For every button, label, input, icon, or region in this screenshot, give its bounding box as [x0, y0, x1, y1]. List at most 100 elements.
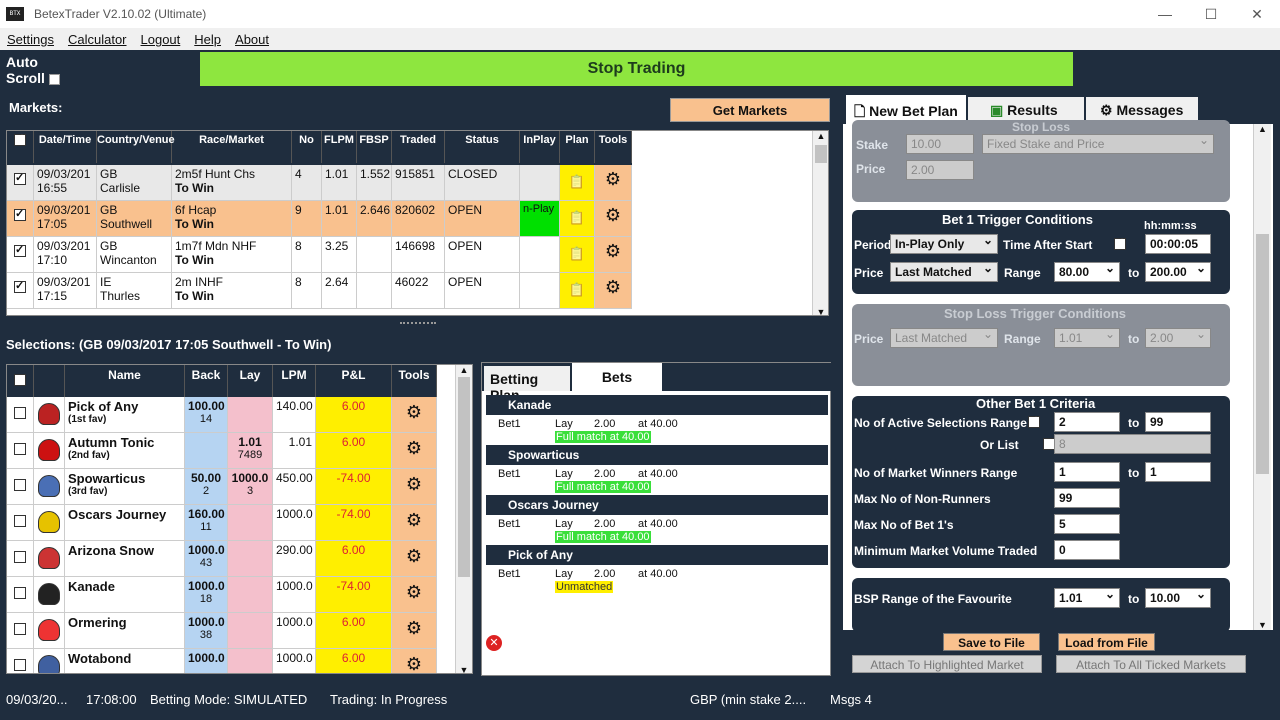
selection-tools-gear-icon[interactable]: ⚙: [406, 474, 422, 494]
selection-checkbox[interactable]: [14, 443, 26, 455]
menu-about[interactable]: About: [228, 32, 276, 47]
col-race-market[interactable]: Race/Market: [172, 131, 292, 163]
trigger-range-from[interactable]: 80.00: [1054, 261, 1120, 282]
bet-plan-scrollbar[interactable]: ▲ ▼: [1253, 124, 1271, 630]
autoscroll-checkbox[interactable]: [48, 73, 60, 85]
sl-range-from[interactable]: 1.01: [1054, 327, 1120, 348]
selection-tools-gear-icon[interactable]: ⚙: [406, 618, 422, 638]
selection-checkbox[interactable]: [14, 551, 26, 563]
winners-from-input[interactable]: 1: [1054, 462, 1120, 482]
stop-loss-price-input[interactable]: 2.00: [906, 160, 974, 180]
active-to-input[interactable]: 99: [1145, 412, 1211, 432]
or-list-select[interactable]: 8: [1054, 434, 1211, 454]
markets-scrollbar[interactable]: ▲ ▼: [812, 131, 828, 315]
menu-settings[interactable]: Settings: [0, 32, 61, 47]
bet-group-runner[interactable]: Pick of Any: [486, 545, 828, 565]
sl-price-select[interactable]: Last Matched: [890, 327, 998, 348]
tab-bets[interactable]: Bets: [572, 363, 662, 391]
col-country-venue[interactable]: Country/Venue: [97, 131, 175, 163]
sl-range-to[interactable]: 2.00: [1145, 327, 1211, 348]
markets-select-all-checkbox[interactable]: [14, 132, 26, 146]
col-lay[interactable]: Lay: [228, 365, 273, 397]
bsp-from-select[interactable]: 1.01: [1054, 587, 1120, 608]
col-pl[interactable]: P&L: [316, 365, 392, 397]
last-price-matched: 1000.0: [276, 579, 313, 593]
menu-logout[interactable]: Logout: [134, 32, 188, 47]
minimize-icon[interactable]: —: [1142, 0, 1188, 28]
trigger-price-select[interactable]: Last Matched: [890, 261, 998, 282]
plan-clipboard-icon[interactable]: 📋: [569, 246, 585, 261]
selection-tools-gear-icon[interactable]: ⚙: [406, 402, 422, 422]
col-fbsp[interactable]: FBSP: [357, 131, 392, 163]
market-checkbox[interactable]: [14, 243, 26, 257]
stop-loss-stake-input[interactable]: 10.00: [906, 134, 974, 154]
selection-checkbox[interactable]: [14, 515, 26, 527]
menu-calculator[interactable]: Calculator: [61, 32, 134, 47]
selection-checkbox[interactable]: [14, 407, 26, 419]
selection-checkbox[interactable]: [14, 479, 26, 491]
min-volume-input[interactable]: 0: [1054, 540, 1120, 560]
bsp-to-select[interactable]: 10.00: [1145, 587, 1211, 608]
selection-checkbox[interactable]: [14, 587, 26, 599]
get-markets-button[interactable]: Get Markets: [670, 98, 830, 122]
save-to-file-button[interactable]: Save to File: [943, 633, 1040, 651]
load-from-file-button[interactable]: Load from File: [1058, 633, 1155, 651]
market-tools-gear-icon[interactable]: ⚙: [605, 241, 621, 261]
col-tools[interactable]: Tools: [595, 131, 632, 163]
bet-group-runner[interactable]: Oscars Journey: [486, 495, 828, 515]
col-traded[interactable]: Traded: [392, 131, 445, 163]
selection-checkbox[interactable]: [14, 623, 26, 635]
market-tools-gear-icon[interactable]: ⚙: [605, 169, 621, 189]
plan-clipboard-icon[interactable]: 📋: [569, 282, 585, 297]
nonrunners-input[interactable]: 99: [1054, 488, 1120, 508]
plan-clipboard-icon[interactable]: 📋: [569, 174, 585, 189]
attach-all-button[interactable]: Attach To All Ticked Markets: [1056, 655, 1246, 673]
splitter-handle[interactable]: [400, 322, 436, 326]
selection-tools-gear-icon[interactable]: ⚙: [406, 654, 422, 673]
plan-clipboard-icon[interactable]: 📋: [569, 210, 585, 225]
selection-tools-gear-icon[interactable]: ⚙: [406, 438, 422, 458]
col-status[interactable]: Status: [445, 131, 520, 163]
active-range-checkbox[interactable]: [1028, 414, 1040, 428]
selections-select-all-checkbox[interactable]: [14, 374, 26, 386]
col-back[interactable]: Back: [185, 365, 228, 397]
tab-betting-plan[interactable]: Betting Plan: [484, 366, 570, 403]
market-checkbox[interactable]: [14, 279, 26, 293]
active-from-input[interactable]: 2: [1054, 412, 1120, 432]
menu-help[interactable]: Help: [187, 32, 228, 47]
col-sel-tools[interactable]: Tools: [392, 365, 437, 397]
market-tools-gear-icon[interactable]: ⚙: [605, 277, 621, 297]
attach-highlighted-button[interactable]: Attach To Highlighted Market: [852, 655, 1042, 673]
time-after-start-input[interactable]: 00:00:05: [1145, 234, 1211, 254]
selection-tools-gear-icon[interactable]: ⚙: [406, 546, 422, 566]
maximize-icon[interactable]: ☐: [1188, 0, 1234, 28]
close-icon[interactable]: ✕: [1234, 0, 1280, 28]
col-name[interactable]: Name: [65, 365, 185, 397]
time-after-start-checkbox[interactable]: [1114, 236, 1126, 250]
bet-group-runner[interactable]: Spowarticus: [486, 445, 828, 465]
col-no[interactable]: No: [292, 131, 322, 163]
col-plan[interactable]: Plan: [560, 131, 595, 163]
cancel-bets-icon[interactable]: ✕: [486, 635, 502, 651]
winners-to-input[interactable]: 1: [1145, 462, 1211, 482]
market-checkbox[interactable]: [14, 171, 26, 185]
stop-trading-button[interactable]: Stop Trading: [200, 52, 1073, 86]
market-dt-2: 17:15: [37, 289, 68, 303]
selection-tools-gear-icon[interactable]: ⚙: [406, 582, 422, 602]
col-flpm[interactable]: FLPM: [322, 131, 357, 163]
selections-scrollbar[interactable]: ▲ ▼: [455, 365, 472, 673]
selection-checkbox[interactable]: [14, 659, 26, 671]
period-select[interactable]: In-Play Only: [890, 233, 998, 254]
trigger-range-to[interactable]: 200.00: [1145, 261, 1211, 282]
bet-group-runner[interactable]: Kanade: [486, 395, 828, 415]
lay-price: 1.01: [238, 435, 262, 449]
col-datetime[interactable]: Date/Time: [34, 131, 97, 163]
selection-tools-gear-icon[interactable]: ⚙: [406, 510, 422, 530]
autoscroll-toggle[interactable]: Auto Scroll: [6, 54, 66, 86]
market-checkbox[interactable]: [14, 207, 26, 221]
col-inplay[interactable]: InPlay: [520, 131, 560, 163]
col-lpm[interactable]: LPM: [273, 365, 316, 397]
market-tools-gear-icon[interactable]: ⚙: [605, 205, 621, 225]
stop-loss-mode-select[interactable]: Fixed Stake and Price: [982, 133, 1214, 154]
max-bets-input[interactable]: 5: [1054, 514, 1120, 534]
